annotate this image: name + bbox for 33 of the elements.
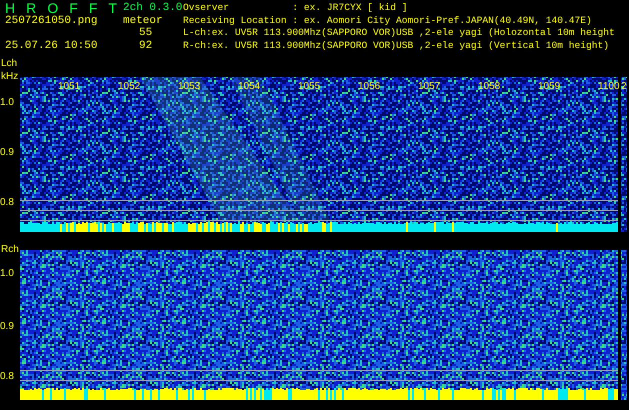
app-title-letter: H [5,2,16,14]
unit-label: kHz [1,71,18,82]
filename: 2507261050.png [5,14,98,27]
frequency-label: 0.8 [0,371,14,382]
app-title-letter: O [47,2,58,14]
info-line: R-ch:ex. UV5R 113.900Mhz(SAPPORO VOR)USB ,2-ele yagi (Vertical 10m height) [183,40,610,52]
time-label: 1052 [118,81,140,92]
time-label: 1056 [358,81,380,92]
frequency-label: 0.9 [0,321,14,332]
channel-label: Lch [1,58,18,69]
app-title-letter: R [26,2,36,14]
meteor-count: 92 [138,40,152,52]
frequency-label: 1.0 [0,97,14,108]
app-title-letter: T [108,2,117,14]
app-title-letter: F [88,2,98,14]
time-label: 2 [621,81,627,92]
info-line: Ovserver : ex. JR7CYX [ kid ] [183,2,409,14]
date-time: 25.07.26 10:50 [5,40,98,52]
time-label: 1055 [298,81,320,92]
time-label: 1053 [178,81,200,92]
frequency-label: 0.9 [0,147,14,158]
channel-label: Rch [1,244,19,255]
version-label: 2ch 0.3.0 [123,2,182,14]
meteor-count: 55 [138,27,152,40]
time-label: 1051 [58,81,80,92]
frequency-label: 0.8 [0,197,14,208]
app-title-letter: F [69,2,78,14]
time-label: 1057 [418,81,440,92]
count-label: meteor [123,14,163,27]
info-line: L-ch:ex. UV5R 113.900Mhz(SAPPORO VOR)USB ,2-ele yagi (Holozontal 10m height [183,27,615,40]
info-line: Receiving Location : ex. Aomori City Aomori-Pref.JAPAN(40.49N, 140.47E) [183,14,593,27]
frequency-label: 1.0 [0,268,14,279]
time-label: 1059 [538,81,560,92]
